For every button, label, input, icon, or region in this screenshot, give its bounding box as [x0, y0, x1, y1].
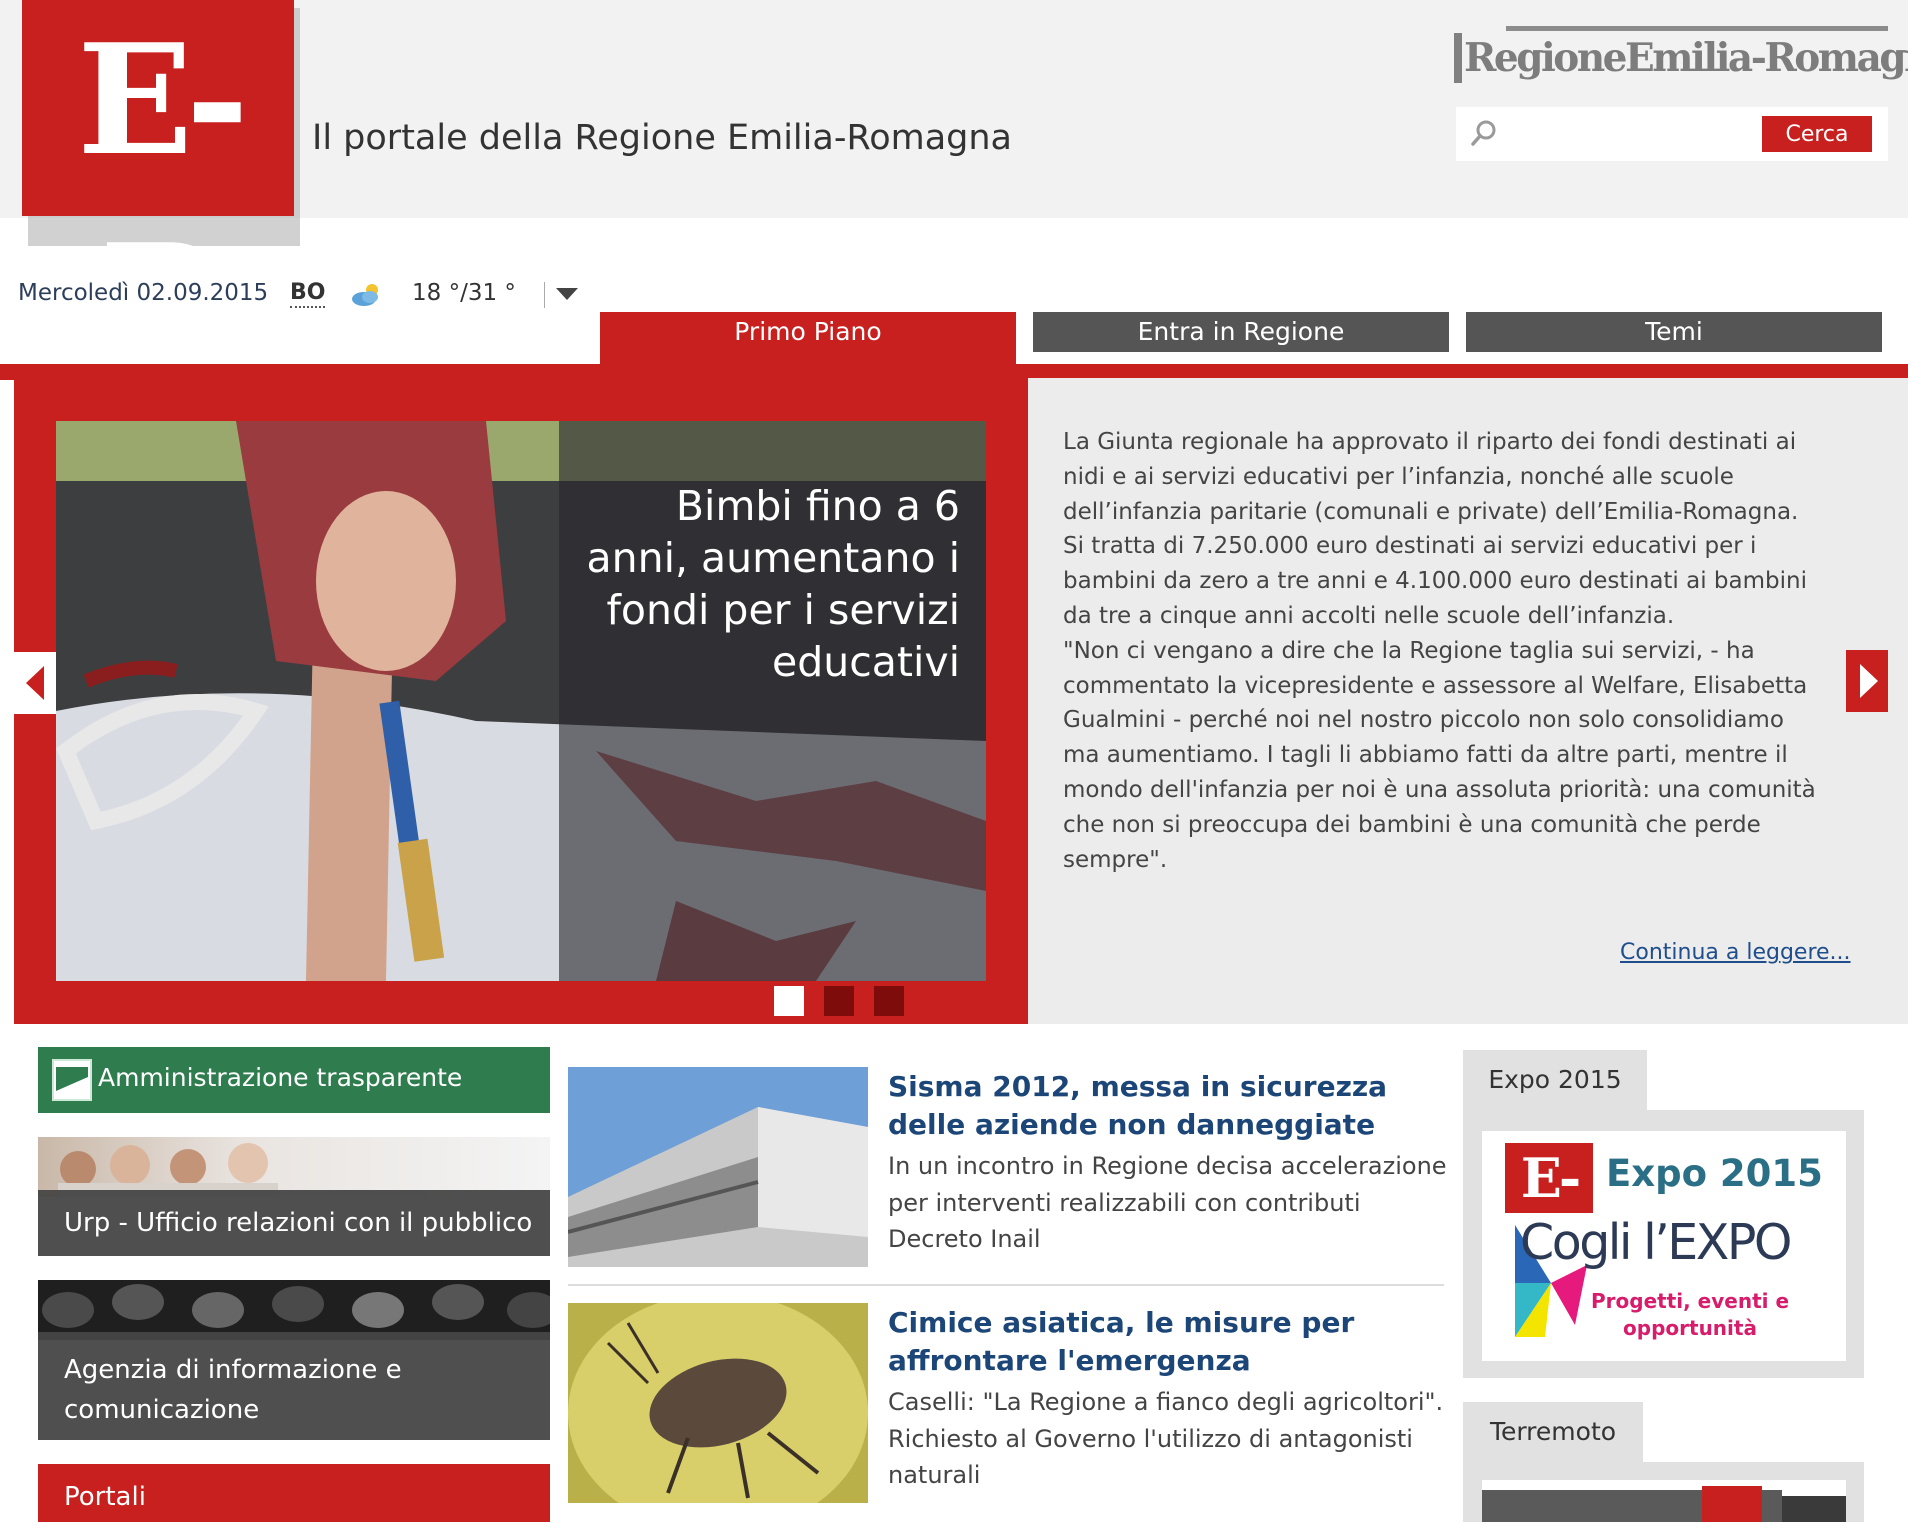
next-slide-button[interactable]	[1846, 650, 1888, 712]
search-icon	[1471, 120, 1496, 146]
news-summary: In un incontro in Regione decisa acceler…	[888, 1152, 1447, 1253]
urp-link[interactable]: Urp - Ufficio relazioni con il pubblico	[38, 1190, 550, 1256]
expo-cogli-text: Cogli l’EXPO	[1520, 1214, 1792, 1271]
portali-section[interactable]: Portali	[38, 1464, 550, 1522]
building-picture	[568, 1067, 868, 1267]
site-title: Il portale della Regione Emilia-Romagna	[312, 118, 1012, 158]
er-logo[interactable]: E-R	[22, 0, 294, 389]
expo-er-logo: E-R	[1505, 1143, 1593, 1280]
region-logo[interactable]: RegioneEmilia-Romagna	[1454, 26, 1908, 90]
arrow-right-icon	[1860, 664, 1878, 698]
terremoto-tab[interactable]: Terremoto	[1463, 1402, 1643, 1462]
temperature: 18 °/31 °	[412, 280, 516, 306]
tab-entra-in-regione[interactable]: Entra in Regione	[1033, 312, 1449, 352]
expo-tab[interactable]: Expo 2015	[1463, 1050, 1647, 1110]
arrow-left-icon	[26, 666, 44, 700]
people-picture	[58, 1143, 278, 1197]
news-image[interactable]	[568, 1303, 868, 1503]
search-button[interactable]: Cerca	[1762, 116, 1872, 152]
featured-paragraph: "Non ci vengano a dire che la Regione ta…	[1063, 637, 1816, 873]
amministrazione-trasparente-link[interactable]: Amministrazione trasparente	[38, 1047, 550, 1113]
slide-dot-3[interactable]	[874, 986, 904, 1016]
news-title[interactable]: Sisma 2012, messa in sicurezza delle azi…	[888, 1068, 1448, 1144]
expo-title: Expo 2015	[1606, 1152, 1823, 1195]
slide-dot-2[interactable]	[824, 986, 854, 1016]
read-more-link[interactable]: Continua a leggere...	[1620, 940, 1851, 965]
partly-cloudy-icon	[352, 284, 378, 306]
slide-dot-1[interactable]	[774, 986, 804, 1016]
transparency-icon	[52, 1059, 92, 1101]
featured-paragraph: La Giunta regionale ha approvato il ripa…	[1063, 429, 1807, 629]
typewriter-keys-picture	[38, 1280, 550, 1340]
news-image[interactable]	[568, 1067, 868, 1267]
featured-headline[interactable]: Bimbi fino a 6 anni, aumentano i fondi p…	[580, 480, 960, 688]
featured-body: La Giunta regionale ha approvato il ripa…	[1063, 425, 1823, 877]
news-summary: Caselli: "La Regione a fianco degli agri…	[888, 1388, 1444, 1489]
tab-temi[interactable]: Temi	[1466, 312, 1882, 352]
stink-bug-picture	[568, 1303, 868, 1503]
infobar-separator	[544, 282, 545, 308]
region-logo-text: RegioneEmilia-Romagna	[1464, 35, 1908, 81]
expo-subtitle: Progetti, eventi e opportunità	[1590, 1289, 1790, 1340]
agenzia-image[interactable]	[38, 1280, 550, 1340]
region-logo-mark-icon	[1454, 33, 1462, 83]
agenzia-link[interactable]: Agenzia di informazione e comunicazione	[38, 1332, 550, 1440]
tab-primo-piano[interactable]: Primo Piano	[600, 312, 1016, 364]
weather-city[interactable]: BO	[290, 280, 326, 308]
urp-image[interactable]	[38, 1137, 550, 1197]
prev-slide-button[interactable]	[14, 652, 56, 714]
current-date: Mercoledì 02.09.2015	[18, 280, 269, 306]
news-divider	[568, 1284, 1444, 1286]
news-title[interactable]: Cimice asiatica, le misure per affrontar…	[888, 1304, 1448, 1380]
amministrazione-label: Amministrazione trasparente	[98, 1063, 463, 1092]
terremoto-image[interactable]	[1482, 1480, 1846, 1522]
earthquake-picture	[1482, 1486, 1846, 1522]
chevron-down-icon[interactable]	[556, 288, 578, 300]
